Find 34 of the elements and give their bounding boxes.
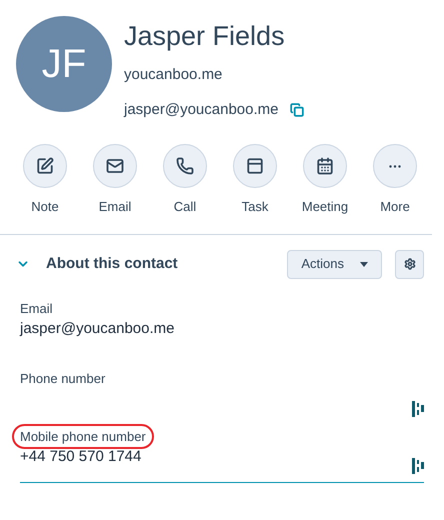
action-button[interactable] [303,144,347,188]
calendar-icon [316,157,334,175]
action-button[interactable] [23,144,67,188]
action-label: Meeting [302,198,348,216]
contact-name: Jasper Fields [124,20,286,52]
action-label: Note [31,198,59,216]
dialer-icon[interactable] [412,400,424,416]
contact-email: jasper@youcanboo.me [124,100,278,120]
caret-icon [360,262,368,266]
action-label: More [380,198,410,216]
company-name: youcanboo.me [124,65,224,85]
pencil-icon [36,157,54,175]
dialer-icon[interactable] [412,458,424,474]
envelope-icon [106,157,124,175]
action-button[interactable] [163,144,207,188]
actions-button[interactable]: Actions [287,250,382,278]
field-label: Email [20,300,53,318]
settings-icon [404,258,416,270]
section-title[interactable]: About this contact [46,252,178,276]
window-icon [246,157,264,175]
phone-icon [176,157,194,175]
field-value[interactable]: jasper@youcanboo.me [20,318,400,340]
action-button[interactable] [93,144,137,188]
avatar: JF [16,16,112,112]
action-label: Task [242,198,268,216]
action-label: Call [174,198,196,216]
field-label: Phone number [20,370,106,388]
action-button[interactable] [233,144,277,188]
more-icon [389,164,401,168]
copy-icon[interactable] [290,102,304,117]
field-label: Mobile phone number [12,424,154,449]
settings-button[interactable] [395,250,424,278]
action-label: Email [98,198,132,216]
field-value[interactable]: +44 750 570 1744 [20,446,400,468]
